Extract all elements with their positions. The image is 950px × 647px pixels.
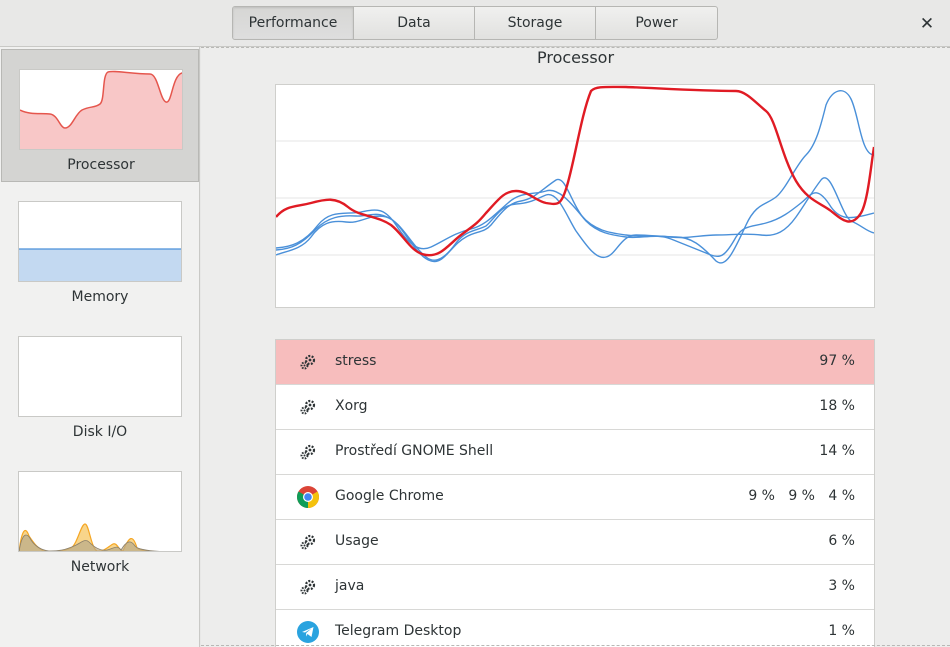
bottom-divider	[201, 645, 950, 646]
close-icon: ✕	[919, 14, 935, 34]
process-cpu-usage: 6 %	[828, 533, 855, 549]
gears-icon	[296, 395, 320, 419]
process-name: Google Chrome	[335, 488, 444, 504]
process-name: Prostředí GNOME Shell	[335, 443, 494, 459]
sidebar: Processor Memory Disk I/O Network	[0, 47, 200, 647]
gears-icon-svg	[300, 579, 316, 595]
process-cpu-usage: 3 %	[828, 578, 855, 594]
process-name: stress	[335, 353, 377, 369]
core-line-2	[275, 178, 875, 263]
main-panel: Processor stress 97 % Xorg 18 % Prostřed…	[201, 47, 950, 647]
network-thumbnail-graph	[18, 471, 182, 552]
list-item[interactable]: Telegram Desktop 1 %	[276, 610, 874, 647]
gears-icon	[296, 350, 320, 374]
core-line-1	[275, 90, 875, 264]
sidebar-item-disk-io[interactable]: Disk I/O	[1, 317, 199, 450]
telegram-icon	[296, 620, 320, 644]
process-name: Telegram Desktop	[335, 623, 462, 639]
list-item[interactable]: Google Chrome 9 % 9 % 4 %	[276, 475, 874, 520]
gears-icon	[296, 440, 320, 464]
gears-icon-svg	[300, 354, 316, 370]
header-bar: Performance Data Storage Power ✕	[0, 0, 950, 47]
chrome-icon-svg	[297, 486, 319, 508]
memory-thumbnail-graph	[18, 201, 182, 282]
telegram-icon-svg	[297, 621, 319, 643]
close-button[interactable]: ✕	[916, 13, 938, 35]
list-item[interactable]: stress 97 %	[276, 340, 874, 385]
process-list: stress 97 % Xorg 18 % Prostředí GNOME Sh…	[275, 339, 875, 647]
chrome-icon	[296, 485, 320, 509]
gears-icon	[296, 575, 320, 599]
processor-thumbnail-svg	[20, 70, 182, 149]
view-switcher: Performance Data Storage Power	[232, 6, 718, 40]
gears-icon-svg	[300, 399, 316, 415]
disk-io-thumbnail-graph	[18, 336, 182, 417]
processor-history-graph	[275, 84, 876, 308]
processor-graph-svg	[275, 85, 876, 264]
process-name: Usage	[335, 533, 379, 549]
sidebar-item-label: Disk I/O	[72, 424, 128, 440]
tab-power[interactable]: Power	[596, 7, 717, 39]
sidebar-item-network[interactable]: Network	[1, 452, 199, 585]
gears-icon-svg	[300, 444, 316, 460]
sidebar-item-processor[interactable]: Processor	[1, 49, 199, 182]
network-thumbnail-svg	[19, 523, 159, 551]
list-item[interactable]: Usage 6 %	[276, 520, 874, 565]
sidebar-item-label: Processor	[67, 157, 135, 173]
process-name: java	[335, 578, 365, 594]
process-name: Xorg	[335, 398, 368, 414]
list-item[interactable]: Prostředí GNOME Shell 14 %	[276, 430, 874, 475]
sidebar-item-label: Network	[70, 559, 130, 575]
list-item[interactable]: java 3 %	[276, 565, 874, 610]
process-cpu-usage: 9 % 9 % 4 %	[748, 488, 855, 504]
process-cpu-usage: 18 %	[819, 398, 855, 414]
gears-icon-svg	[300, 534, 316, 550]
sidebar-item-memory[interactable]: Memory	[1, 182, 199, 315]
process-cpu-usage: 97 %	[819, 353, 855, 369]
list-item[interactable]: Xorg 18 %	[276, 385, 874, 430]
gears-icon	[296, 530, 320, 554]
core-line-3	[275, 177, 875, 250]
process-cpu-usage: 14 %	[819, 443, 855, 459]
memory-thumbnail-svg	[19, 248, 181, 281]
process-cpu-usage: 1 %	[828, 623, 855, 639]
page-title: Processor	[536, 48, 615, 67]
sidebar-item-label: Memory	[71, 289, 129, 305]
tab-performance[interactable]: Performance	[233, 7, 354, 39]
processor-thumbnail-graph	[19, 69, 183, 150]
tab-storage[interactable]: Storage	[475, 7, 596, 39]
tab-data[interactable]: Data	[354, 7, 475, 39]
